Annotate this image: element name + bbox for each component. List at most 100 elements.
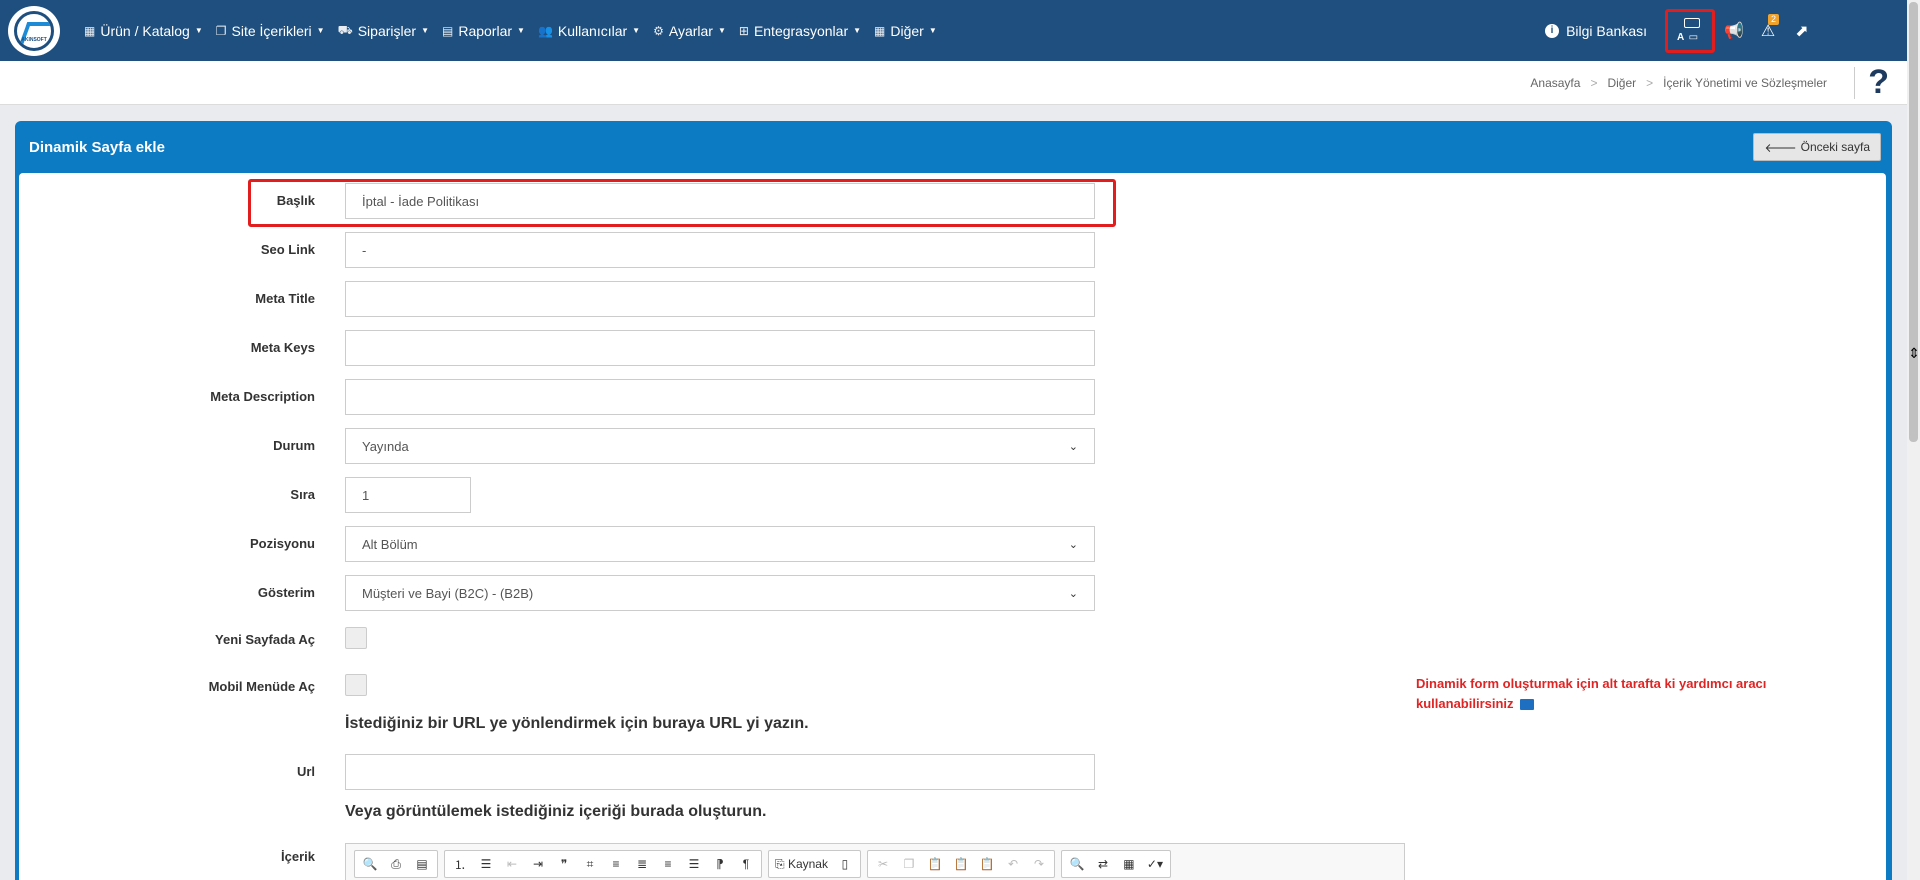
help-question-icon[interactable]: ? — [1868, 63, 1889, 102]
menu-label: Raporlar — [458, 22, 513, 39]
row-sira: Sıra 1 — [19, 477, 1119, 513]
info-icon: i — [1545, 23, 1560, 38]
chevron-down-icon: ⌄ — [1068, 440, 1078, 453]
paste-icon[interactable]: 📋 — [923, 853, 947, 875]
redo-icon[interactable]: ↷ — [1027, 853, 1051, 875]
menu-raporlar[interactable]: ▤ Raporlar ▼ — [442, 23, 525, 39]
replace-icon[interactable]: ⇄ — [1091, 853, 1115, 875]
outdent-icon[interactable]: ⇤ — [500, 853, 524, 875]
logo-mark: AKINSOFT — [14, 11, 54, 51]
menu-ayarlar[interactable]: ⚙ Ayarlar ▼ — [653, 23, 726, 39]
announcements-button[interactable]: 📢 — [1719, 11, 1749, 51]
toolbar-group-document: 🔍 ⎙ ▤ — [354, 850, 438, 878]
keyboard-icon — [1684, 17, 1700, 28]
image-icon[interactable] — [1520, 699, 1535, 711]
ltr-icon[interactable]: ⁋ — [708, 853, 732, 875]
previous-page-button[interactable]: 🡐 Önceki sayfa — [1753, 133, 1881, 161]
menu-label: Diğer — [890, 22, 924, 39]
row-durum: Durum Yayında ⌄ — [19, 428, 1119, 464]
preview-icon[interactable]: 🔍 — [358, 853, 382, 875]
print-icon[interactable]: ⎙ — [384, 853, 408, 875]
row-seo-link: Seo Link - — [19, 232, 1119, 268]
align-right-icon[interactable]: ≡ — [656, 853, 680, 875]
knowledge-base-link[interactable]: i Bilgi Bankası — [1545, 23, 1647, 39]
scrollbar-thumb[interactable] — [1909, 2, 1918, 442]
breadcrumb-separator: > — [1646, 76, 1654, 90]
sira-input[interactable]: 1 — [345, 477, 471, 513]
yeni-sayfa-checkbox[interactable] — [345, 627, 367, 649]
paste-word-icon[interactable]: 📋 — [975, 853, 999, 875]
meta-description-input[interactable] — [345, 379, 1095, 415]
url-input[interactable] — [345, 754, 1095, 790]
external-link-button[interactable]: ⬈ — [1787, 11, 1817, 51]
menu-entegrasyonlar[interactable]: ⊞ Entegrasyonlar ▼ — [739, 23, 861, 39]
caret-down-icon: ▼ — [517, 26, 525, 35]
source-button[interactable]: ⎘ Kaynak — [772, 853, 831, 875]
row-baslik: Başlık İptal - İade Politikası — [19, 177, 1119, 227]
previous-page-label: Önceki sayfa — [1800, 140, 1870, 154]
rtl-icon[interactable]: ¶ — [734, 853, 758, 875]
div-container-icon[interactable]: ⌗ — [578, 853, 602, 875]
bulleted-list-icon[interactable]: ☰ — [474, 853, 498, 875]
main-menu: ▦ Ürün / Katalog ▼ ❐ Site İçerikleri ▼ ⛟… — [84, 0, 950, 61]
toolbar-group-source: ⎘ Kaynak ▯ — [768, 850, 861, 878]
toolbar-group-clipboard: ✂ ❐ 📋 📋 📋 ↶ ↷ — [866, 850, 1055, 878]
caret-down-icon: ▼ — [853, 26, 862, 35]
paste-text-icon[interactable]: 📋 — [949, 853, 973, 875]
cut-icon[interactable]: ✂ — [871, 853, 895, 875]
form-body: Başlık İptal - İade Politikası Seo Link … — [19, 173, 1886, 880]
row-url: Url — [19, 754, 1119, 790]
content-heading: Veya görüntülemek istediğiniz içeriği bu… — [345, 803, 767, 820]
sira-label: Sıra — [290, 487, 315, 502]
gosterim-selected-value: Müşteri ve Bayi (B2C) - (B2B) — [362, 585, 534, 601]
seo-link-input[interactable]: - — [345, 232, 1095, 268]
knowledge-base-label: Bilgi Bankası — [1566, 22, 1647, 39]
dynamic-form-helper-note: Dinamik form oluşturmak için alt tarafta… — [1416, 674, 1796, 714]
grid-icon: ▦ — [874, 23, 886, 38]
justify-icon[interactable]: ☰ — [682, 853, 706, 875]
mobil-menu-checkbox[interactable] — [345, 674, 367, 696]
chevron-down-icon: ⌄ — [1068, 538, 1078, 551]
akinsoft-logo[interactable]: AKINSOFT — [8, 6, 60, 56]
yeni-sayfa-label: Yeni Sayfada Aç — [215, 632, 315, 647]
breadcrumb-level1[interactable]: Diğer — [1607, 76, 1636, 90]
menu-kullanicilar[interactable]: 👥 Kullanıcılar ▼ — [538, 23, 640, 39]
dynamic-page-panel: Dinamik Sayfa ekle 🡐 Önceki sayfa Başlık… — [15, 121, 1892, 880]
meta-keys-input[interactable] — [345, 330, 1095, 366]
find-icon[interactable]: 🔍 — [1065, 853, 1089, 875]
indent-icon[interactable]: ⇥ — [526, 853, 550, 875]
select-all-icon[interactable]: ▦ — [1117, 853, 1141, 875]
meta-title-input[interactable] — [345, 281, 1095, 317]
blockquote-icon[interactable]: ❞ — [552, 853, 576, 875]
align-left-icon[interactable]: ≡ — [604, 853, 628, 875]
durum-selected-value: Yayında — [362, 438, 409, 454]
gosterim-select[interactable]: Müşteri ve Bayi (B2C) - (B2B) ⌄ — [345, 575, 1095, 611]
durum-select[interactable]: Yayında ⌄ — [345, 428, 1095, 464]
show-blocks-icon[interactable]: ▯ — [833, 853, 857, 875]
menu-diger[interactable]: ▦ Diğer ▼ — [874, 23, 937, 39]
breadcrumb-separator: > — [1590, 76, 1598, 90]
alerts-button[interactable]: ⚠ 2 — [1753, 11, 1783, 51]
spellcheck-icon[interactable]: ✓▾ — [1143, 853, 1167, 875]
copy-icon[interactable]: ❐ — [897, 853, 921, 875]
top-navbar: AKINSOFT ▦ Ürün / Katalog ▼ ❐ Site İçeri… — [0, 0, 1907, 61]
pozisyon-selected-value: Alt Bölüm — [362, 536, 418, 552]
rich-text-editor[interactable]: 🔍 ⎙ ▤ ⒈ ☰ ⇤ ⇥ ❞ ⌗ ≡ ≣ ≡ ☰ ⁋ ¶ ⎘ Kaynak ▯… — [345, 843, 1405, 880]
menu-urun-katalog[interactable]: ▦ Ürün / Katalog ▼ — [84, 23, 203, 39]
menu-siparisler[interactable]: ⛟ Siparişler ▼ — [338, 23, 429, 39]
align-center-icon[interactable]: ≣ — [630, 853, 654, 875]
translate-keyboard-button[interactable]: A ▭ — [1665, 8, 1715, 53]
numbered-list-icon[interactable]: ⒈ — [448, 853, 472, 875]
pozisyon-select[interactable]: Alt Bölüm ⌄ — [345, 526, 1095, 562]
row-meta-description: Meta Description — [19, 379, 1119, 415]
undo-icon[interactable]: ↶ — [1001, 853, 1025, 875]
seo-link-label: Seo Link — [260, 242, 315, 257]
templates-icon[interactable]: ▤ — [410, 853, 434, 875]
breadcrumb-level2[interactable]: İçerik Yönetimi ve Sözleşmeler — [1663, 76, 1827, 90]
meta-keys-label: Meta Keys — [250, 340, 315, 355]
page-scrollbar[interactable] — [1907, 0, 1920, 880]
baslik-input[interactable]: İptal - İade Politikası — [345, 183, 1095, 219]
truck-icon: ⛟ — [337, 22, 353, 37]
menu-site-icerikleri[interactable]: ❐ Site İçerikleri ▼ — [216, 23, 325, 39]
breadcrumb-home[interactable]: Anasayfa — [1530, 76, 1580, 90]
